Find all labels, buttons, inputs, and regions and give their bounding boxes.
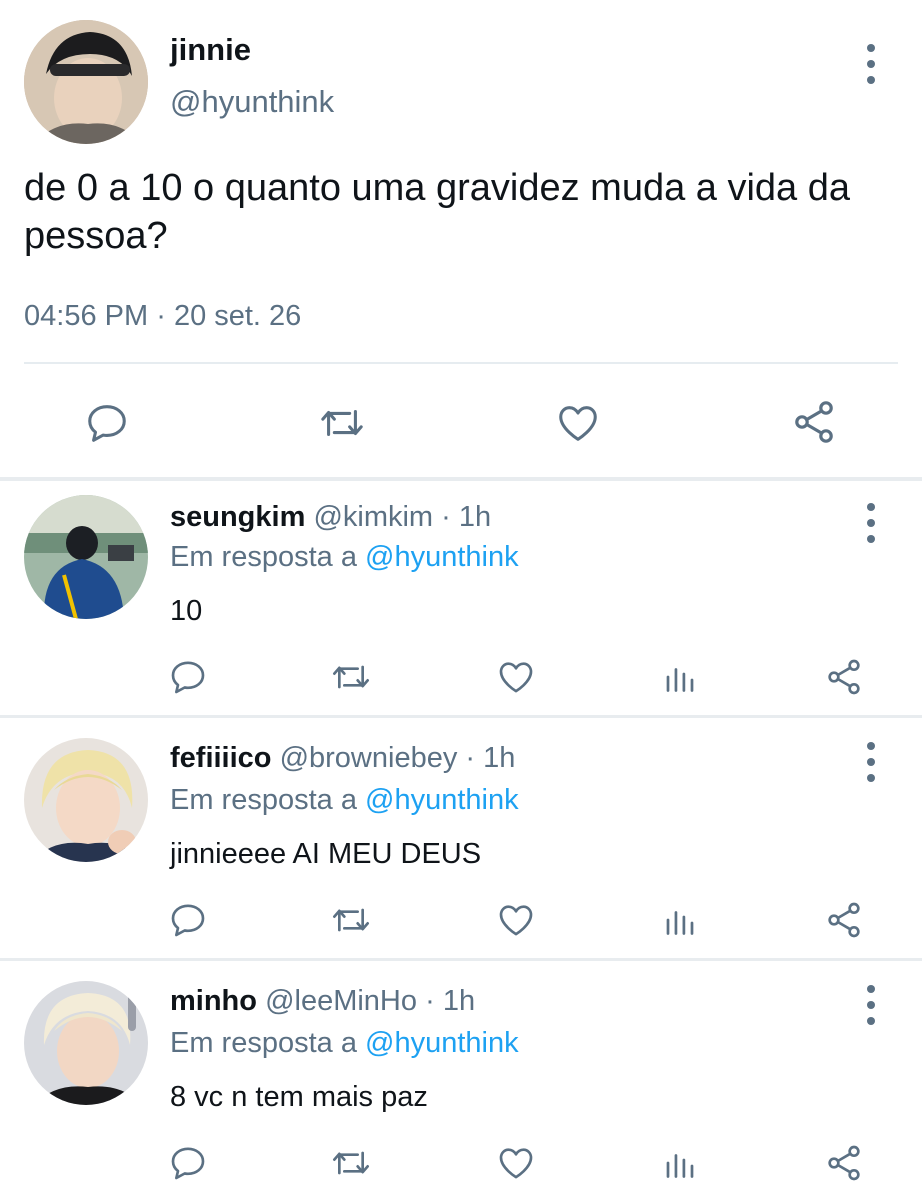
retweet-button[interactable] — [318, 400, 366, 446]
retweet-icon — [321, 409, 363, 437]
share-icon — [828, 902, 860, 938]
more-vertical-icon[interactable] — [865, 503, 877, 543]
share-icon — [795, 401, 833, 443]
analytics-button[interactable] — [662, 902, 698, 938]
reply-time: 1h — [442, 985, 476, 1017]
reply-button[interactable] — [168, 657, 208, 697]
reply-time: 1h — [458, 501, 492, 533]
analytics-button[interactable] — [662, 1145, 698, 1181]
tweet-time: 04:56 PM — [24, 300, 149, 332]
more-vertical-icon[interactable] — [865, 985, 877, 1025]
heart-icon — [499, 662, 533, 693]
reply-context: Em resposta a @hyunthink — [170, 541, 519, 574]
share-button[interactable] — [824, 900, 864, 940]
divider — [24, 362, 898, 364]
avatar[interactable] — [24, 981, 148, 1105]
meta-separator: · — [465, 742, 476, 774]
speech-bubble-icon — [171, 661, 205, 694]
retweet-button[interactable] — [330, 900, 372, 940]
share-button[interactable] — [824, 657, 864, 697]
speech-bubble-icon — [171, 904, 205, 937]
reply-prefix: Em resposta a — [170, 541, 357, 573]
more-vertical-icon[interactable] — [865, 44, 877, 84]
mention-link[interactable]: @hyunthink — [365, 541, 519, 573]
reply-header: fefiiiico @browniebey · 1h — [170, 742, 515, 775]
display-name[interactable]: seungkim — [170, 501, 305, 533]
retweet-button[interactable] — [330, 657, 372, 697]
like-button[interactable] — [496, 1143, 536, 1183]
heart-icon — [499, 1148, 533, 1179]
display-name[interactable]: minho — [170, 985, 257, 1017]
tweet-timestamp: 04:56 PM · 20 set. 26 — [24, 300, 301, 333]
reply-header: minho @leeMinHo · 1h — [170, 985, 475, 1018]
retweet-button[interactable] — [330, 1143, 372, 1183]
bar-chart-icon — [666, 668, 694, 692]
heart-icon — [499, 905, 533, 936]
avatar[interactable] — [24, 495, 148, 619]
tweet-date: 20 set. 26 — [173, 300, 302, 332]
reply-prefix: Em resposta a — [170, 1027, 357, 1059]
mention-link[interactable]: @hyunthink — [365, 1027, 519, 1059]
reply-tweet[interactable]: seungkim @kimkim · 1h Em resposta a @hyu… — [0, 481, 922, 715]
meta-separator: · — [156, 300, 166, 332]
more-vertical-icon[interactable] — [865, 742, 877, 782]
share-icon — [828, 1145, 860, 1181]
reply-header: seungkim @kimkim · 1h — [170, 501, 491, 534]
reply-tweet[interactable]: fefiiiico @browniebey · 1h Em resposta a… — [0, 718, 922, 958]
avatar[interactable] — [24, 738, 148, 862]
analytics-button[interactable] — [662, 659, 698, 695]
share-button[interactable] — [824, 1143, 864, 1183]
tweet-thread: jinnie @hyunthink de 0 a 10 o quanto uma… — [0, 0, 922, 1200]
meta-separator: · — [425, 985, 435, 1017]
reply-text: 8 vc n tem mais paz — [170, 1081, 428, 1113]
user-handle[interactable]: @browniebey — [280, 742, 458, 774]
like-button[interactable] — [496, 900, 536, 940]
mention-link[interactable]: @hyunthink — [365, 784, 519, 816]
speech-bubble-icon — [88, 405, 126, 442]
reply-text: jinnieeee AI MEU DEUS — [170, 838, 482, 870]
reply-button[interactable] — [168, 900, 208, 940]
retweet-icon — [333, 665, 369, 689]
user-handle[interactable]: @leeMinHo — [265, 985, 417, 1017]
heart-icon — [559, 406, 597, 441]
meta-separator: · — [441, 501, 451, 533]
bar-chart-icon — [666, 911, 694, 935]
retweet-icon — [333, 1151, 369, 1175]
reply-context: Em resposta a @hyunthink — [170, 1027, 519, 1060]
reply-context: Em resposta a @hyunthink — [170, 784, 519, 817]
main-tweet[interactable]: jinnie @hyunthink de 0 a 10 o quanto uma… — [0, 0, 922, 478]
reply-tweet[interactable]: minho @leeMinHo · 1h Em resposta a @hyun… — [0, 961, 922, 1200]
like-button[interactable] — [496, 657, 536, 697]
reply-button[interactable] — [84, 400, 130, 446]
share-icon — [828, 659, 860, 695]
reply-prefix: Em resposta a — [170, 784, 357, 816]
avatar[interactable] — [24, 20, 148, 144]
reply-button[interactable] — [168, 1143, 208, 1183]
display-name[interactable]: fefiiiico — [170, 742, 272, 774]
display-name[interactable]: jinnie — [170, 32, 251, 68]
share-button[interactable] — [790, 398, 838, 446]
like-button[interactable] — [554, 400, 602, 446]
user-handle[interactable]: @hyunthink — [170, 84, 334, 120]
user-handle[interactable]: @kimkim — [313, 501, 433, 533]
tweet-text: de 0 a 10 o quanto uma gravidez muda a v… — [24, 167, 851, 257]
speech-bubble-icon — [171, 1147, 205, 1180]
reply-time: 1h — [483, 742, 516, 774]
retweet-icon — [333, 908, 369, 932]
reply-text: 10 — [170, 595, 203, 627]
bar-chart-icon — [666, 1154, 694, 1178]
